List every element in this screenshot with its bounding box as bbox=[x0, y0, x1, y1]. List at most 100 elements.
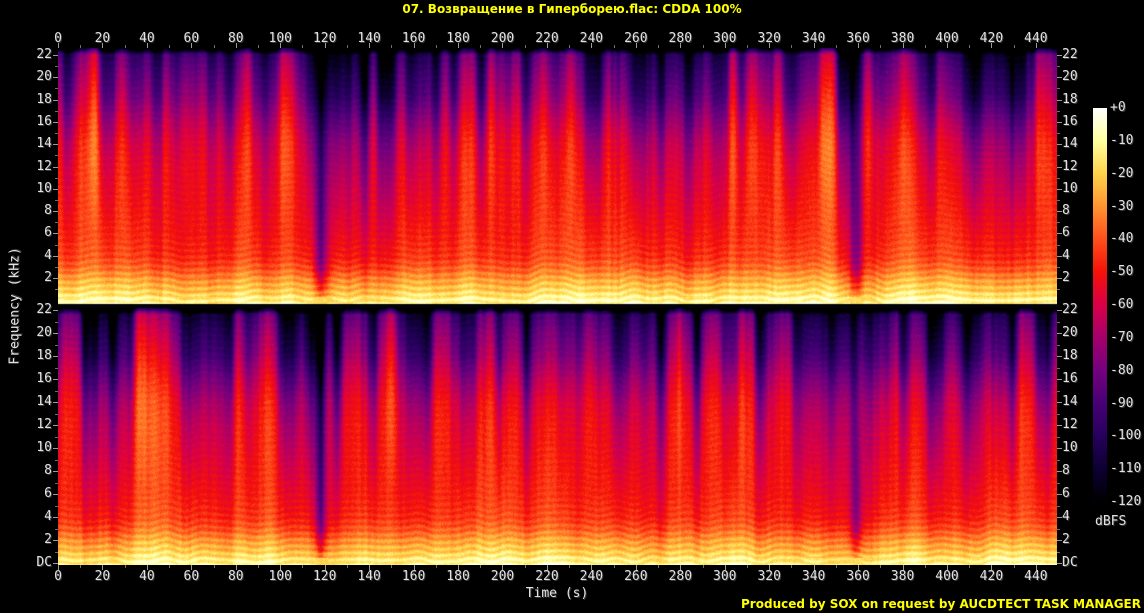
freq-tick-label-left: 14 bbox=[36, 394, 52, 409]
x-tick-label-bottom: 440 bbox=[1024, 569, 1048, 584]
x-tick-bottom bbox=[635, 565, 637, 570]
x-minortick-bottom bbox=[480, 565, 482, 568]
freq-tick-left bbox=[53, 448, 58, 449]
freq-tick-label-left: 12 bbox=[36, 417, 52, 432]
x-minortick-bottom bbox=[258, 565, 260, 568]
freq-minortick-left bbox=[55, 177, 58, 179]
x-tick-bottom bbox=[769, 565, 771, 570]
footer-credit: Produced by SOX on request by AUCDTECT T… bbox=[741, 597, 1141, 611]
freq-tick-left bbox=[53, 278, 58, 279]
freq-tick-left bbox=[53, 494, 58, 495]
x-tick-label-bottom: 340 bbox=[801, 569, 826, 584]
x-minortick-top bbox=[346, 45, 348, 48]
x-tick-top bbox=[458, 43, 460, 48]
x-tick-top bbox=[191, 43, 193, 48]
freq-tick-left bbox=[53, 379, 58, 380]
freq-tick-right bbox=[1057, 188, 1062, 190]
x-tick-label-bottom: 380 bbox=[890, 569, 915, 584]
x-tick-bottom bbox=[102, 565, 104, 570]
x-tick-top bbox=[591, 43, 593, 48]
freq-tick-right bbox=[1057, 77, 1062, 79]
x-tick-label-bottom: 180 bbox=[446, 569, 470, 584]
freq-tick-right bbox=[1057, 563, 1062, 564]
colorbar-tick-label: -30 bbox=[1110, 198, 1134, 214]
freq-tick-right bbox=[1057, 233, 1062, 235]
freq-tick-label-right: 10 bbox=[1062, 440, 1078, 455]
x-tick-bottom bbox=[458, 565, 460, 570]
freq-minortick-left bbox=[55, 390, 58, 392]
x-tick-label-bottom: 160 bbox=[401, 569, 426, 584]
freq-minortick-right bbox=[1057, 321, 1060, 323]
freq-tick-label-right: 20 bbox=[1062, 69, 1078, 85]
freq-minortick-left bbox=[55, 436, 58, 438]
freq-minortick-left bbox=[55, 459, 58, 461]
y-axis-title: Frequency (kHz) bbox=[7, 247, 23, 365]
x-tick-top bbox=[858, 43, 860, 48]
freq-tick-label-right: 12 bbox=[1062, 417, 1078, 432]
freq-tick-right bbox=[1057, 278, 1062, 279]
page-title: 07. Возвращение в Гиперборею.flac: CDDA … bbox=[402, 2, 742, 16]
x-minortick-bottom bbox=[969, 565, 971, 568]
x-tick-top bbox=[102, 43, 104, 48]
x-tick-bottom bbox=[369, 565, 371, 570]
freq-tick-label-right: 14 bbox=[1062, 394, 1078, 409]
freq-tick-left bbox=[53, 471, 58, 472]
freq-tick-left bbox=[53, 211, 58, 213]
x-tick-top bbox=[769, 43, 771, 48]
freq-tick-left bbox=[53, 517, 58, 518]
freq-tick-label-right: 6 bbox=[1062, 225, 1070, 241]
freq-minortick-left bbox=[55, 110, 58, 112]
x-minortick-bottom bbox=[702, 565, 704, 568]
colorbar-tick-label: -10 bbox=[1110, 132, 1134, 148]
freq-tick-label-right: 16 bbox=[1062, 113, 1078, 129]
freq-minortick-right bbox=[1057, 505, 1060, 507]
freq-tick-label-left: 18 bbox=[36, 91, 52, 107]
freq-minortick-right bbox=[1057, 413, 1060, 415]
freq-tick-label-right: 18 bbox=[1062, 91, 1078, 107]
freq-minortick-right bbox=[1057, 199, 1060, 201]
x-minortick-top bbox=[80, 45, 82, 48]
x-minortick-bottom bbox=[658, 565, 660, 568]
freq-tick-label-right: 8 bbox=[1062, 463, 1070, 478]
x-minortick-top bbox=[658, 45, 660, 48]
x-minortick-top bbox=[124, 45, 126, 48]
freq-tick-label-left: 12 bbox=[36, 158, 52, 174]
freq-minortick-left bbox=[55, 367, 58, 369]
colorbar-tick-label: -120 bbox=[1110, 494, 1142, 509]
x-tick-label-bottom: 220 bbox=[535, 569, 559, 584]
x-tick-bottom bbox=[324, 565, 326, 570]
x-tick-bottom bbox=[1035, 565, 1037, 570]
freq-tick-label-left: 10 bbox=[36, 180, 52, 196]
x-tick-top bbox=[546, 43, 548, 48]
x-minortick-bottom bbox=[213, 565, 215, 568]
x-minortick-top bbox=[524, 45, 526, 48]
freq-tick-label-right: 12 bbox=[1062, 158, 1078, 174]
freq-minortick-left bbox=[55, 413, 58, 415]
freq-tick-label-right: 4 bbox=[1062, 509, 1070, 524]
freq-minortick-right bbox=[1057, 266, 1060, 268]
freq-minortick-right bbox=[1057, 551, 1060, 553]
colorbar-tick-label: -110 bbox=[1110, 461, 1142, 477]
x-tick-bottom bbox=[858, 565, 860, 570]
freq-minortick-left bbox=[55, 88, 58, 90]
x-minortick-bottom bbox=[391, 565, 393, 568]
x-tick-top bbox=[902, 43, 904, 48]
freq-minortick-left bbox=[55, 528, 58, 530]
x-tick-label-bottom: 140 bbox=[357, 569, 381, 584]
freq-tick-right bbox=[1057, 540, 1062, 541]
freq-tick-label-left: 2 bbox=[44, 532, 52, 547]
freq-tick-left bbox=[53, 166, 58, 168]
freq-minortick-right bbox=[1057, 222, 1060, 224]
freq-tick-right bbox=[1057, 448, 1062, 449]
x-minortick-top bbox=[969, 45, 971, 48]
freq-tick-label-right: 20 bbox=[1062, 325, 1078, 340]
x-tick-label-bottom: 200 bbox=[490, 569, 515, 584]
x-minortick-bottom bbox=[346, 565, 348, 568]
freq-tick-right bbox=[1057, 471, 1062, 472]
x-minortick-top bbox=[791, 45, 793, 48]
freq-tick-label-left: 8 bbox=[44, 203, 52, 219]
x-tick-label-bottom: 240 bbox=[579, 569, 604, 584]
x-minortick-top bbox=[213, 45, 215, 48]
freq-tick-left bbox=[53, 233, 58, 235]
x-tick-top bbox=[1035, 43, 1037, 48]
